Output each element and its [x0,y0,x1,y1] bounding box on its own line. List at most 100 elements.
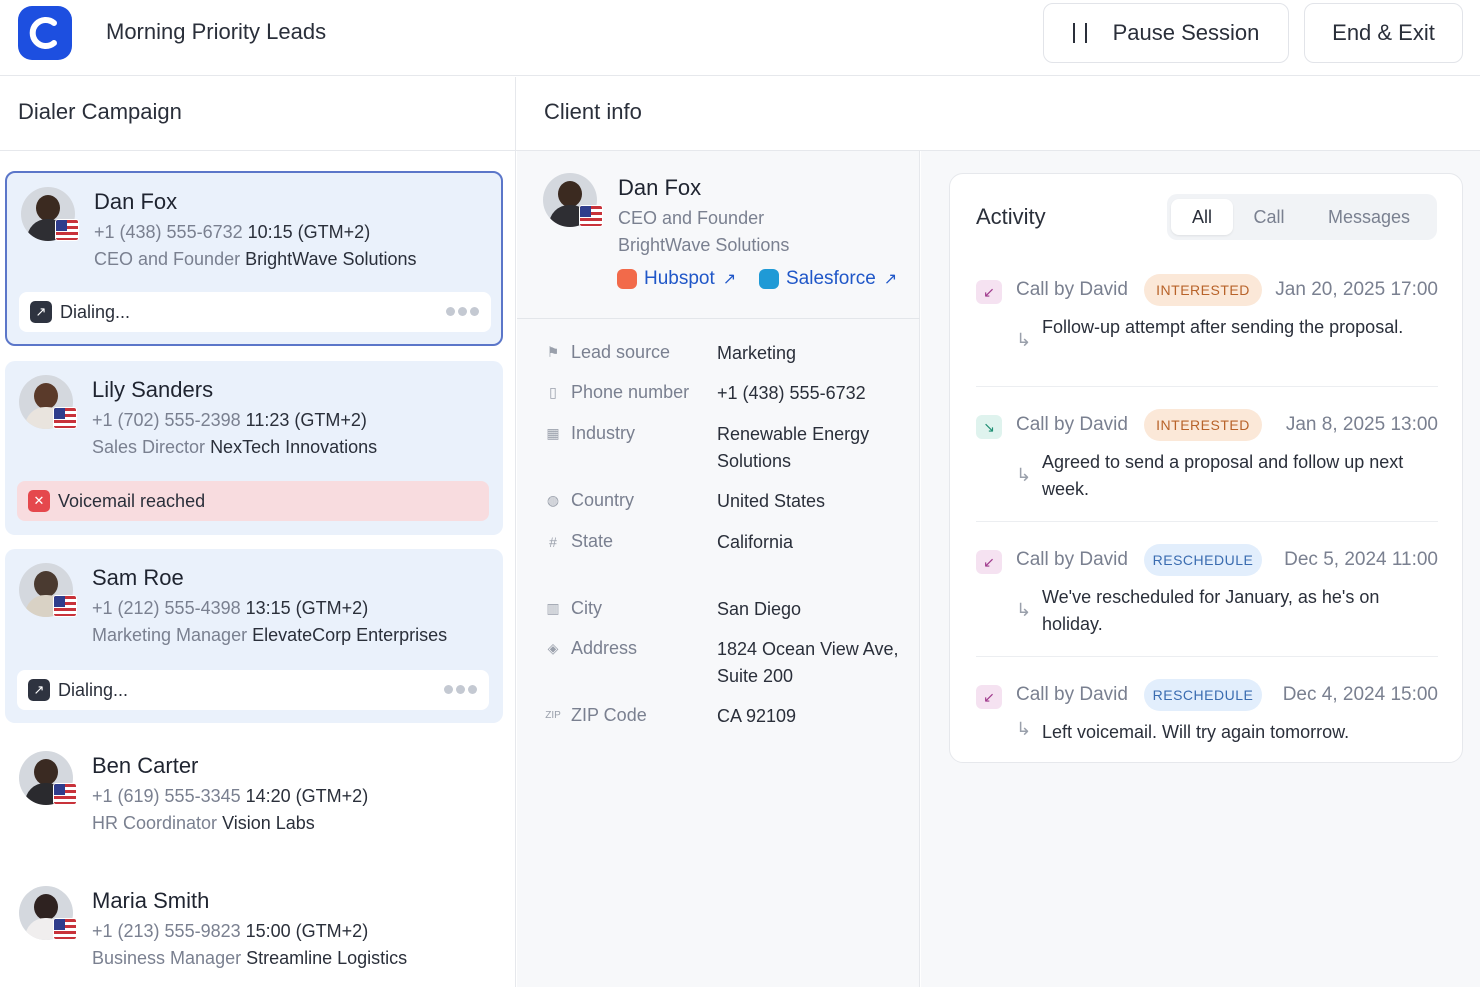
call-status: ↗ Dialing... [17,670,489,710]
divider [976,386,1438,387]
outgoing-call-icon: ↗ [28,679,50,701]
contact-name: Ben Carter [92,753,199,778]
industry-value: Renewable Energy Solutions [717,424,870,471]
campaign-heading: Dialer Campaign [18,99,182,124]
pause-session-button[interactable]: Pause Session [1043,3,1289,63]
activity-author: Call by David [1016,279,1128,300]
contact-name: Dan Fox [94,189,178,214]
contact-phone-line: +1 (702) 555-2398 11:23 (GTM+2) [92,410,367,431]
contact-time: 14:20 (GTM+2) [245,786,369,806]
phone-icon: ▯ [549,384,557,400]
incoming-call-icon: ↙ [976,685,1002,709]
city-icon: ▥ [546,600,560,616]
us-flag-icon [53,407,77,429]
dialing-dots-icon [446,307,479,316]
building-icon: ▦ [546,425,560,441]
phone-number-label: ▯ Phone number [545,382,689,403]
contact-role: Business Manager [92,948,242,968]
contact-company: BrightWave Solutions [245,249,417,269]
hubspot-icon [617,269,637,289]
contact-phone: +1 (213) 555-9823 [92,921,241,941]
client-company: BrightWave Solutions [618,235,790,255]
contact-card[interactable]: Lily Sanders +1 (702) 555-2398 11:23 (GT… [5,361,503,535]
salesforce-icon [759,269,779,289]
top-bar: Morning Priority Leads Pause Session End… [0,0,1480,76]
status-badge: RESCHEDULE [1144,679,1262,711]
contact-role-line: HR Coordinator Vision Labs [92,813,315,834]
industry-label: ▦ Industry [546,423,636,443]
dialing-dots-icon [444,685,477,694]
hubspot-link[interactable]: Hubspot ↗ [617,268,736,290]
country-label: ◍ Country [546,490,635,510]
contact-role: Sales Director [92,437,206,457]
client-name: Dan Fox [618,175,702,200]
activity-filter: All Call Messages [1167,194,1437,240]
contact-card[interactable]: Ben Carter +1 (619) 555-3345 14:20 (GTM+… [5,737,503,857]
contact-company: Vision Labs [222,813,315,833]
session-title: Morning Priority Leads [106,19,327,44]
contact-company: Streamline Logistics [246,948,408,968]
divider [976,521,1438,522]
contact-role-line: Business Manager Streamline Logistics [92,948,407,969]
contact-role: Marketing Manager [92,625,248,645]
activity-author: Call by David [1016,549,1128,570]
end-exit-button[interactable]: End & Exit [1304,3,1463,63]
reply-arrow-icon: ↳ [1016,330,1032,350]
activity-date: Jan 8, 2025 13:00 [1285,414,1438,435]
incoming-call-icon: ↙ [976,280,1002,304]
phone-number-value: +1 (438) 555-6732 [717,383,866,403]
call-status-label: Voicemail reached [58,490,206,511]
us-flag-icon [53,783,77,805]
incoming-call-icon: ↙ [976,550,1002,574]
contact-card[interactable]: Dan Fox +1 (438) 555-6732 10:15 (GTM+2) … [5,171,503,346]
lead-source-label: ⚑ Lead source [546,342,671,362]
activity-note: Left voicemail. Will try again tomorrow. [1042,722,1350,742]
contact-phone-line: +1 (212) 555-4398 13:15 (GTM+2) [92,598,368,619]
contact-name: Lily Sanders [92,377,214,402]
contact-role: HR Coordinator [92,813,218,833]
missed-call-icon: ↘ [976,415,1002,439]
activity-title: Activity [976,204,1046,229]
pause-icon [1072,23,1087,43]
contact-name: Maria Smith [92,888,210,913]
activity-date: Dec 5, 2024 11:00 [1284,549,1438,570]
contact-company: ElevateCorp Enterprises [252,625,448,645]
salesforce-label: Salesforce [786,268,876,289]
contact-phone-line: +1 (438) 555-6732 10:15 (GTM+2) [94,222,370,243]
reply-arrow-icon: ↳ [1016,719,1032,739]
tab-messages[interactable]: Messages [1309,199,1429,235]
contact-role: CEO and Founder [94,249,241,269]
contact-name: Sam Roe [92,565,184,590]
location-icon: ◈ [547,640,559,656]
contact-role-line: Sales Director NexTech Innovations [92,437,377,458]
city-label: ▥ City [546,598,602,618]
client-role: CEO and Founder [618,208,765,228]
call-status-label: Dialing... [60,301,131,322]
external-link-icon: ↗ [722,271,737,288]
hubspot-label: Hubspot [644,268,715,289]
contact-phone: +1 (212) 555-4398 [92,598,241,618]
us-flag-icon [53,918,77,940]
globe-icon: ◍ [546,492,560,508]
contact-card[interactable]: Maria Smith +1 (213) 555-9823 15:00 (GTM… [5,872,503,987]
us-flag-icon [53,595,77,617]
address-value: 1824 Ocean View Ave, Suite 200 [717,639,899,686]
zip-code-value: CA 92109 [717,706,797,726]
activity-area: Activity All Call Messages ↙ Call by Dav… [921,151,1480,987]
tab-call[interactable]: Call [1237,199,1301,235]
end-exit-label: End & Exit [1332,20,1435,45]
activity-note: Agreed to send a proposal and follow up … [1042,452,1404,499]
state-value: California [717,532,794,552]
contact-phone: +1 (438) 555-6732 [94,222,243,242]
app-logo [18,6,72,60]
activity-card: Activity All Call Messages ↙ Call by Dav… [949,173,1463,763]
campaign-header: Dialer Campaign [0,77,515,151]
activity-author: Call by David [1016,684,1128,705]
activity-date: Jan 20, 2025 17:00 [1275,279,1438,300]
call-status: ✕ Voicemail reached [17,481,489,521]
client-info-panel: Dan Fox CEO and Founder BrightWave Solut… [517,151,920,987]
salesforce-link[interactable]: Salesforce ↗ [759,268,897,290]
reply-arrow-icon: ↳ [1016,600,1032,620]
contact-card[interactable]: Sam Roe +1 (212) 555-4398 13:15 (GTM+2) … [5,549,503,723]
tab-all[interactable]: All [1171,199,1233,235]
